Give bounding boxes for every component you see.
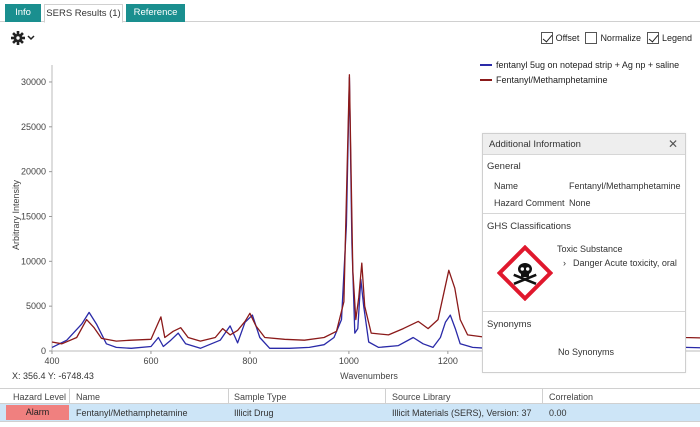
table-row[interactable]: Alarm Fentanyl/Methamphetamine Illicit D… [0, 404, 700, 421]
y-tick-label: 10000 [21, 256, 46, 266]
divider [483, 311, 685, 312]
legend-label: Legend [661, 33, 692, 43]
row-correlation: 0.00 [549, 408, 567, 418]
chart-options: Offset Normalize Legend [540, 31, 692, 45]
row-name: Fentanyl/Methamphetamine [76, 408, 188, 418]
col-hazard-level[interactable]: Hazard Level [13, 392, 66, 402]
close-icon[interactable]: ✕ [668, 137, 678, 151]
ghs-item-chevron-icon: › [563, 258, 566, 268]
ghs-item: Danger Acute toxicity, oral [573, 258, 677, 268]
x-tick-label: 800 [242, 356, 257, 366]
hazard-comment-label: Hazard Comment [494, 198, 565, 208]
normalize-checkbox[interactable] [585, 32, 598, 44]
offset-label: Offset [555, 33, 580, 43]
skull-crossbones-icon [497, 245, 553, 301]
col-correlation[interactable]: Correlation [549, 392, 593, 402]
legend-checkbox[interactable] [646, 32, 659, 44]
divider [483, 213, 685, 214]
results-table-header: Hazard Level Name Sample Type Source Lib… [0, 388, 700, 404]
tab-bar: Info SERS Results (1) Reference [0, 0, 700, 23]
row-source-library: Illicit Materials (SERS), Version: 37 [392, 408, 532, 418]
tab-sers-results[interactable]: SERS Results (1) [44, 4, 123, 23]
x-tick-label: 1000 [339, 356, 359, 366]
offset-checkbox[interactable] [540, 32, 553, 44]
normalize-option[interactable]: Normalize [585, 32, 641, 44]
y-axis-label: Arbitrary Intensity [11, 179, 21, 250]
normalize-label: Normalize [600, 33, 641, 43]
y-tick-label: 30000 [21, 77, 46, 87]
y-tick-label: 5000 [26, 301, 46, 311]
x-axis-label: Wavenumbers [340, 371, 398, 381]
settings-dropdown-button[interactable] [10, 30, 36, 46]
tab-reference[interactable]: Reference [126, 4, 185, 22]
legend-option[interactable]: Legend [646, 32, 692, 44]
hazard-comment-value: None [569, 198, 591, 208]
column-divider[interactable] [385, 389, 386, 404]
legend-entry: Fentanyl/Methamphetamine [496, 75, 608, 85]
y-tick-label: 0 [41, 346, 46, 356]
chevron-down-icon [27, 35, 35, 41]
legend-entry: fentanyl 5ug on notepad strip + Ag np + … [496, 60, 679, 70]
gear-icon [11, 31, 35, 45]
row-sample-type: Illicit Drug [234, 408, 274, 418]
x-tick-label: 1200 [438, 356, 458, 366]
y-tick-label: 20000 [21, 167, 46, 177]
cursor-readout: X: 356.4 Y: -6748.43 [12, 371, 94, 381]
x-tick-label: 600 [143, 356, 158, 366]
column-divider[interactable] [228, 389, 229, 404]
synonyms-section-label: Synonyms [487, 319, 532, 330]
x-tick-label: 400 [44, 356, 59, 366]
synonyms-value: No Synonyms [558, 347, 615, 357]
general-section-label: General [487, 161, 521, 172]
y-tick-label: 25000 [21, 122, 46, 132]
col-name[interactable]: Name [76, 392, 100, 402]
col-sample-type[interactable]: Sample Type [234, 392, 286, 402]
name-value: Fentanyl/Methamphetamine [569, 181, 681, 191]
ghs-title: Toxic Substance [557, 244, 623, 254]
additional-info-panel: Additional Information ✕ General Name Fe… [482, 133, 686, 373]
column-divider[interactable] [542, 389, 543, 404]
panel-title: Additional Information [489, 139, 581, 150]
column-divider[interactable] [69, 389, 70, 404]
ghs-section-label: GHS Classifications [487, 221, 571, 232]
offset-option[interactable]: Offset [540, 32, 580, 44]
name-label: Name [494, 181, 519, 191]
table-bottom-border [0, 421, 700, 422]
tab-info[interactable]: Info [5, 4, 41, 22]
col-source-library[interactable]: Source Library [392, 392, 451, 402]
panel-header: Additional Information ✕ [483, 134, 685, 155]
hazard-level-badge: Alarm [6, 405, 69, 420]
y-tick-label: 15000 [21, 211, 46, 221]
